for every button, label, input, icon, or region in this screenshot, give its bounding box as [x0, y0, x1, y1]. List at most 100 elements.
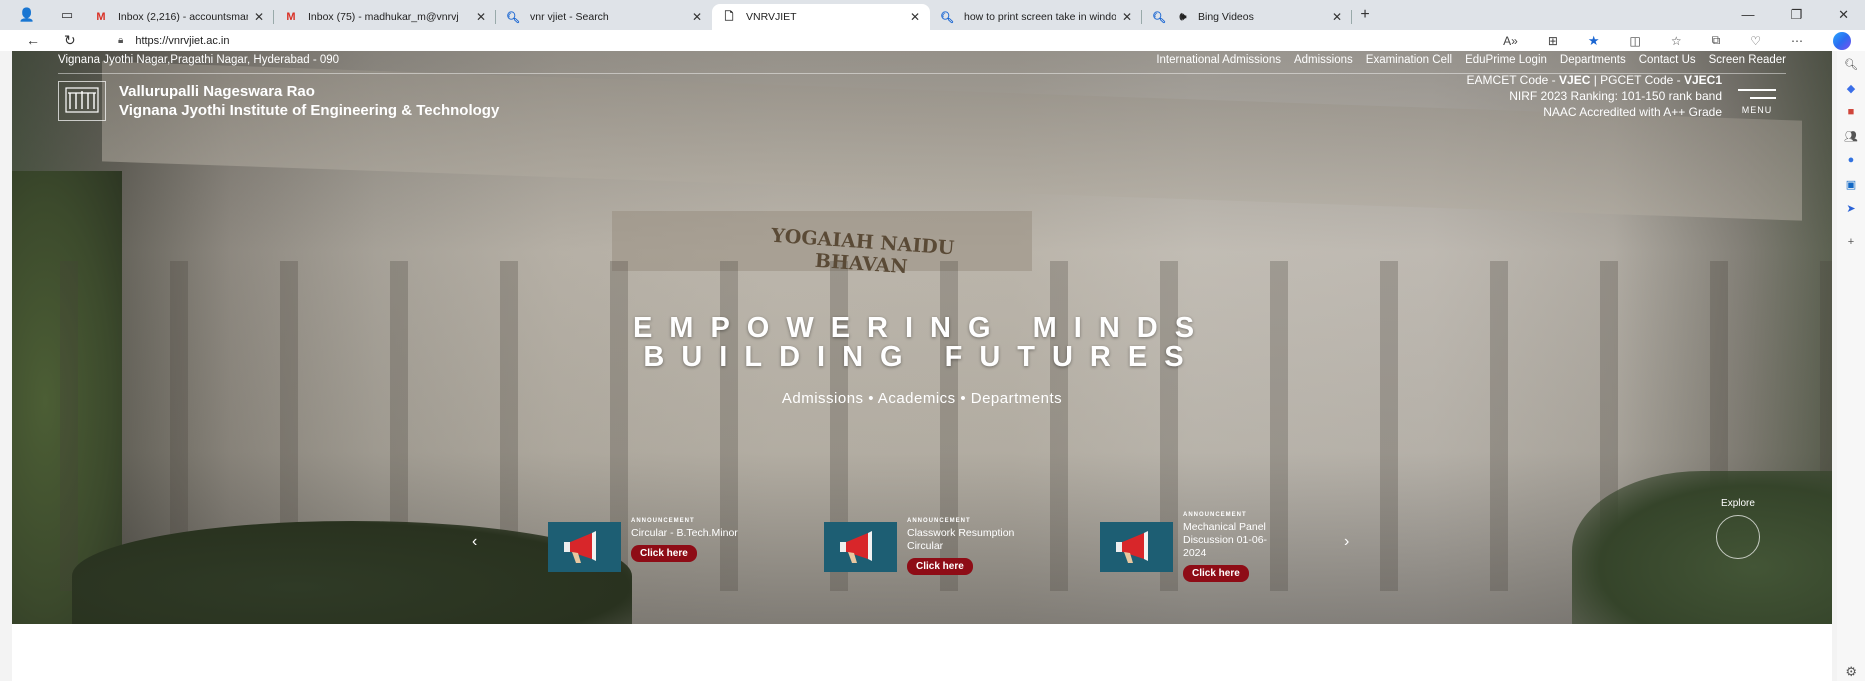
nav-examination-cell[interactable]: Examination Cell — [1366, 54, 1452, 66]
profile-icon[interactable]: 👤 — [18, 6, 36, 24]
favorites-icon[interactable]: ☆ — [1671, 34, 1682, 48]
lock-icon[interactable]: 🔒︎ — [118, 35, 123, 46]
speaker-icon: 🕪 — [1179, 10, 1187, 23]
tab-title: how to print screen take in windo — [964, 11, 1116, 23]
hero-subline: Admissions • Academics • Departments — [781, 390, 1063, 407]
tab-print-screen[interactable]: 🔍︎ how to print screen take in windo ✕ — [930, 4, 1142, 30]
close-icon[interactable]: ✕ — [692, 10, 702, 24]
people-icon[interactable]: 👥︎ — [1844, 129, 1858, 143]
announcement-label: ANNOUNCEMENT — [631, 518, 695, 524]
nav-eduprime-login[interactable]: EduPrime Login — [1465, 54, 1547, 66]
menu-label: MENU — [1741, 105, 1773, 115]
chevron-right-icon[interactable]: › — [1344, 533, 1349, 551]
announcement-title: Mechanical Panel Discussion 01-06-2024 — [1183, 521, 1268, 559]
college-name-line2: Vignana Jyothi Institute of Engineering … — [119, 102, 500, 119]
announcement-card: ANNOUNCEMENT Classwork Resumption Circul… — [824, 518, 1017, 575]
college-name[interactable]: Vallurupalli Nageswara Rao Vignana Jyoth… — [119, 83, 499, 119]
close-window-icon[interactable]: ✕ — [1838, 7, 1849, 23]
extensions-icon[interactable]: ♡ — [1750, 34, 1761, 48]
announcement-card: ANNOUNCEMENT Circular - B.Tech.Minor Cli… — [548, 518, 741, 572]
click-here-button[interactable]: Click here — [907, 558, 973, 575]
announcement-label: ANNOUNCEMENT — [907, 518, 971, 524]
outlook-icon[interactable]: ▣ — [1844, 177, 1858, 191]
toolbox-icon[interactable]: ■ — [1844, 105, 1858, 119]
favorite-star-icon[interactable]: ★ — [1588, 33, 1600, 49]
explore-button[interactable]: Explore — [1716, 498, 1760, 559]
site-top-bar: Vignana Jyothi Nagar,Pragathi Nagar, Hyd… — [12, 51, 1832, 69]
split-screen-icon[interactable]: ◫ — [1630, 34, 1641, 48]
announcement-title: Circular - B.Tech.Minor — [631, 527, 738, 539]
megaphone-icon — [824, 522, 897, 572]
announcement-title: Classwork Resumption Circular — [907, 527, 1015, 552]
close-icon[interactable]: ✕ — [254, 10, 264, 24]
tab-inbox-1[interactable]: M Inbox (2,216) - accountsmanage ✕ — [84, 4, 274, 30]
app-available-icon[interactable]: ⊞ — [1548, 34, 1558, 48]
tab-title: Inbox (75) - madhukar_m@vnrvj — [308, 11, 459, 23]
pgcet-code: VJEC1 — [1683, 73, 1722, 87]
click-here-button[interactable]: Click here — [631, 545, 697, 562]
megaphone-icon — [548, 522, 621, 572]
tab-title: vnr vjiet - Search — [530, 11, 609, 23]
tab-bing-videos[interactable]: 🔍︎ 🕪 Bing Videos ✕ — [1142, 4, 1352, 30]
search-icon: 🔍︎ — [940, 11, 954, 24]
naac-grade: NAAC Accredited with A++ Grade — [1543, 105, 1722, 119]
read-aloud-icon[interactable]: A» — [1503, 34, 1518, 48]
nav-international-admissions[interactable]: International Admissions — [1156, 54, 1281, 66]
tagline-line2: BUILDING FUTURES — [643, 341, 1201, 373]
nav-screen-reader[interactable]: Screen Reader — [1709, 54, 1786, 66]
nav-contact-us[interactable]: Contact Us — [1639, 54, 1696, 66]
edge-sidebar: 🔍︎ ◆ ■ 👥︎ ● ▣ ➤ + — [1837, 51, 1865, 681]
office-icon[interactable]: ● — [1844, 153, 1858, 167]
tab-inbox-2[interactable]: M Inbox (75) - madhukar_m@vnrvj ✕ — [274, 4, 496, 30]
url-field[interactable]: https://vnrvjiet.ac.in — [135, 35, 229, 47]
close-icon[interactable]: ✕ — [1332, 10, 1342, 24]
tagline-line1: EMPOWERING MINDS — [632, 312, 1212, 344]
search-icon[interactable]: 🔍︎ — [1844, 57, 1858, 71]
trees-right — [1572, 471, 1832, 624]
nav-departments[interactable]: Departments — [1560, 54, 1626, 66]
college-name-line1: Vallurupalli Nageswara Rao — [119, 83, 315, 100]
tab-vnrvjiet[interactable]: 🗋 VNRVJIET ✕ — [712, 4, 930, 30]
announcement-slider: ‹ ANNOUNCEMENT Circular - B.Tech.Minor C… — [472, 512, 1349, 588]
hero-banner: YOGAIAH NAIDU BHAVAN Vignana Jyothi Naga… — [12, 51, 1832, 624]
gmail-icon: M — [286, 11, 296, 23]
browser-tab-bar: 👤 ▭ M Inbox (2,216) - accountsmanage ✕ M… — [0, 0, 1865, 30]
minimize-icon[interactable]: — — [1741, 7, 1754, 23]
more-icon[interactable]: ⋯ — [1791, 34, 1803, 48]
explore-circle-icon — [1716, 515, 1760, 559]
page-icon: 🗋 — [724, 10, 734, 23]
send-icon[interactable]: ➤ — [1844, 201, 1858, 215]
refresh-icon[interactable]: ↻ — [64, 32, 76, 49]
tab-search[interactable]: 🔍︎ vnr vjiet - Search ✕ — [496, 4, 712, 30]
tab-title: VNRVJIET — [746, 11, 797, 23]
hero-tagline: EMPOWERING MINDS BUILDING FUTURES — [12, 314, 1832, 372]
add-icon[interactable]: + — [1844, 235, 1858, 249]
college-logo[interactable] — [58, 81, 106, 121]
copilot-icon[interactable] — [1833, 31, 1851, 50]
collections-icon[interactable]: ⧉ — [1712, 33, 1721, 48]
gmail-icon: M — [96, 11, 106, 23]
site-top-nav: International Admissions Admissions Exam… — [1156, 54, 1832, 66]
tab-actions-icon[interactable]: ▭ — [58, 6, 76, 24]
close-icon[interactable]: ✕ — [910, 10, 920, 24]
close-icon[interactable]: ✕ — [1122, 10, 1132, 24]
announcement-card: ANNOUNCEMENT Mechanical Panel Discussion… — [1100, 512, 1288, 582]
new-tab-button[interactable]: + — [1352, 6, 1378, 24]
settings-gear-icon[interactable]: ⚙ — [1845, 664, 1857, 680]
tag-icon[interactable]: ◆ — [1844, 81, 1858, 95]
college-address: Vignana Jyothi Nagar,Pragathi Nagar, Hyd… — [58, 54, 340, 66]
chevron-left-icon[interactable]: ‹ — [472, 533, 477, 551]
nirf-ranking: NIRF 2023 Ranking: 101-150 rank band — [1509, 89, 1722, 103]
search-icon: 🔍︎ — [506, 11, 520, 24]
menu-button[interactable]: MENU — [1738, 83, 1776, 115]
back-icon[interactable]: ← — [26, 32, 40, 49]
nav-admissions[interactable]: Admissions — [1294, 54, 1353, 66]
search-icon: 🔍︎ — [1152, 11, 1166, 24]
click-here-button[interactable]: Click here — [1183, 565, 1249, 582]
close-icon[interactable]: ✕ — [476, 10, 486, 24]
admission-codes: EAMCET Code - VJEC | PGCET Code - VJEC1 … — [1466, 73, 1722, 119]
hamburger-icon — [1738, 89, 1776, 91]
restore-icon[interactable]: ❐ — [1790, 7, 1802, 23]
tab-title: Bing Videos — [1198, 11, 1254, 23]
page-body-blank — [12, 624, 1832, 681]
